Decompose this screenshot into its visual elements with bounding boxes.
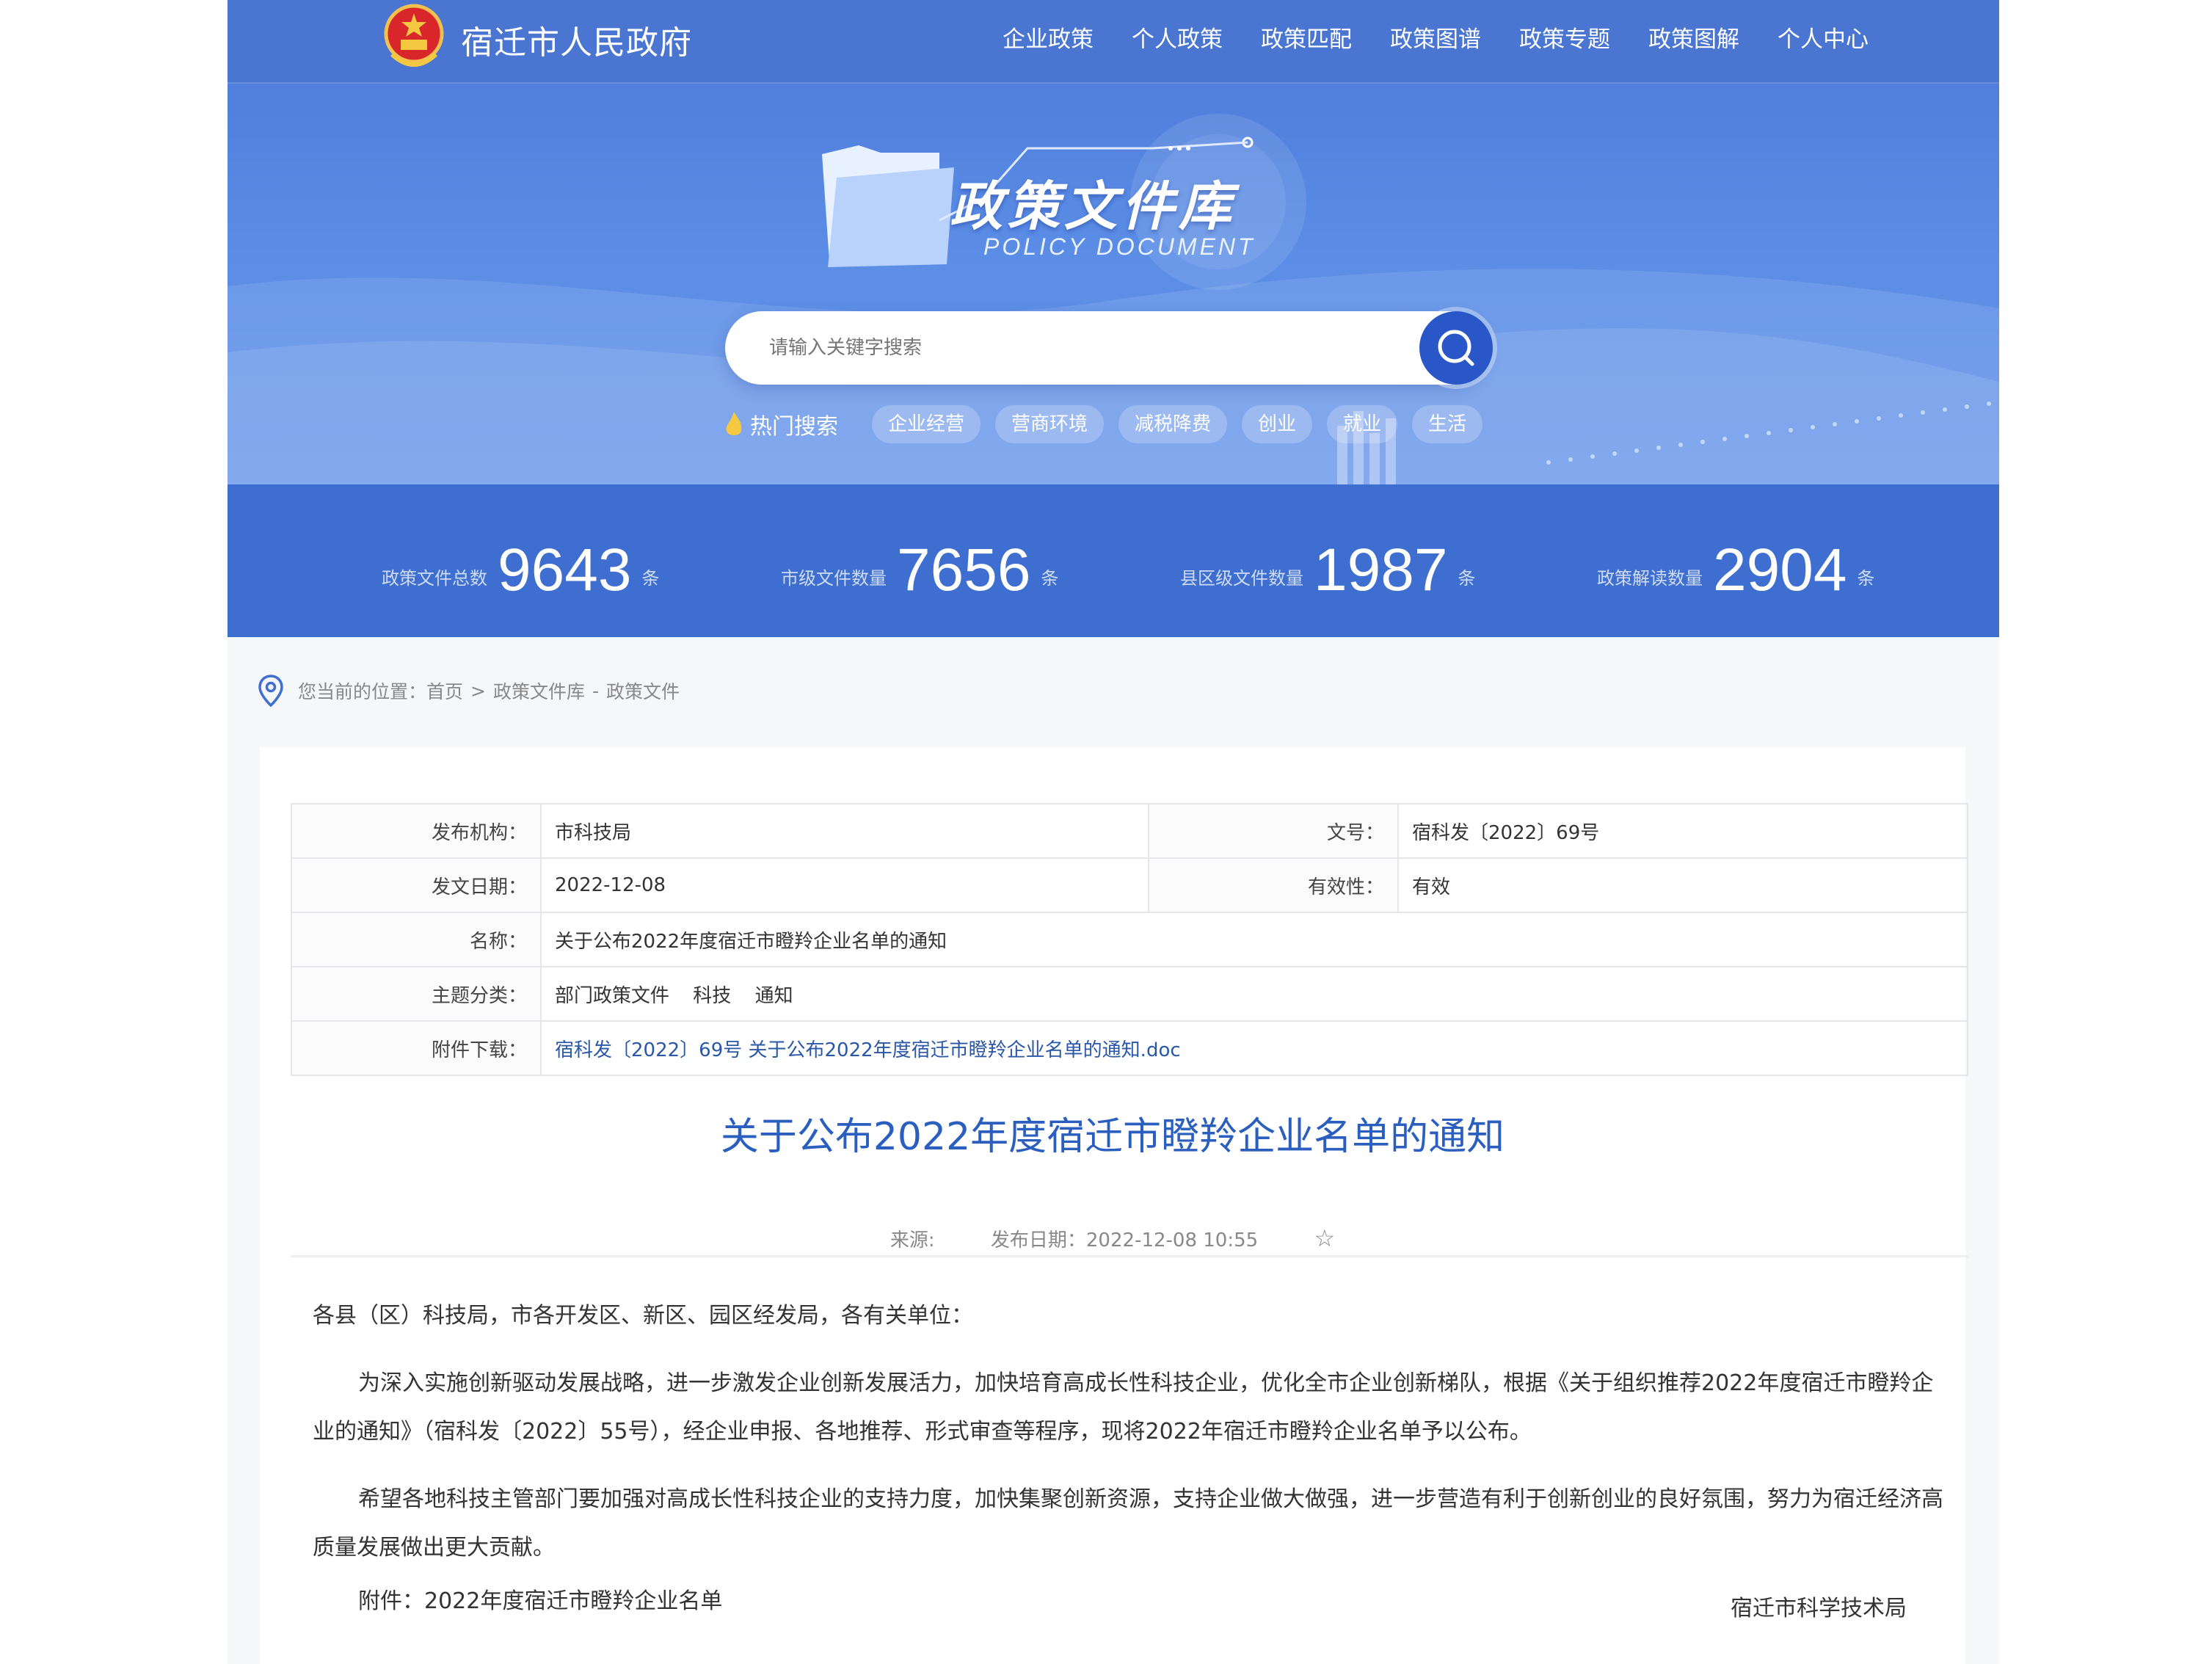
favorite-star-icon[interactable]: ☆ xyxy=(1314,1224,1335,1252)
salutation: 各县（区）科技局，市各开发区、新区、园区经发局，各有关单位： xyxy=(313,1303,973,1329)
document-meta-line: 来源: 发布日期：2022-12-08 10:55 ☆ xyxy=(260,1224,1965,1252)
main-nav: 企业政策 个人政策 政策匹配 政策图谱 政策专题 政策图解 个人中心 xyxy=(983,21,1888,54)
document-card: 发布机构： 市科技局 文号： 宿科发〔2022〕69号 发文日期： 2022-1… xyxy=(260,747,1968,1664)
flame-icon xyxy=(726,412,742,435)
publisher-label: 发布机构： xyxy=(291,803,542,859)
paragraph: 为深入实施创新驱动发展战略，进一步激发企业创新发展活力，加快培育高成长性科技企业… xyxy=(313,1370,1934,1445)
stat-city-docs: 市级文件数量 7656 条 xyxy=(781,537,1059,603)
attachment-note: 附件：2022年度宿迁市瞪羚企业名单 xyxy=(358,1588,723,1614)
table-row: 主题分类： 部门政策文件 科技 通知 xyxy=(291,966,1968,1022)
logo-text-en: POLICY DOCUMENT xyxy=(983,233,1256,260)
topic-tag: 科技 xyxy=(693,984,732,1007)
paragraph: 希望各地科技主管部门要加强对高成长性科技企业的支持力度，加快集聚创新资源，支持企… xyxy=(313,1486,1943,1561)
table-row: 名称： 关于公布2022年度宿迁市瞪羚企业名单的通知 xyxy=(291,912,1968,967)
location-pin-icon xyxy=(258,675,283,708)
hot-tag-environment[interactable]: 营商环境 xyxy=(995,405,1105,443)
breadcrumb-policy-library[interactable]: 政策文件库 xyxy=(493,677,585,704)
nav-item-policy-illustration[interactable]: 政策图解 xyxy=(1629,21,1758,54)
breadcrumb-policy-docs[interactable]: 政策文件 xyxy=(606,677,680,704)
hot-tag-startup[interactable]: 创业 xyxy=(1242,405,1313,443)
validity-value: 有效 xyxy=(1397,857,1968,913)
divider xyxy=(291,1255,1968,1257)
search-button[interactable] xyxy=(1419,311,1493,385)
topic-tag: 部门政策文件 xyxy=(555,984,670,1007)
stat-county-docs: 县区级文件数量 1987 条 xyxy=(1180,537,1476,603)
table-row: 附件下载： 宿科发〔2022〕69号 关于公布2022年度宿迁市瞪羚企业名单的通… xyxy=(291,1020,1968,1076)
breadcrumb-separator: - xyxy=(592,680,600,702)
attachment-label: 附件下载： xyxy=(291,1020,542,1076)
validity-label: 有效性： xyxy=(1148,857,1399,913)
nav-item-policy-match[interactable]: 政策匹配 xyxy=(1242,21,1371,54)
docno-value: 宿科发〔2022〕69号 xyxy=(1397,803,1968,859)
stat-interpretations: 政策解读数量 2904 条 xyxy=(1597,537,1875,603)
document-body: 各县（区）科技局，市各开发区、新区、园区经发局，各有关单位： 为深入实施创新驱动… xyxy=(313,1292,1949,1591)
hot-tag-tax-reduction[interactable]: 减税降费 xyxy=(1118,405,1228,443)
publisher-value: 市科技局 xyxy=(540,803,1149,859)
nav-item-personal-center[interactable]: 个人中心 xyxy=(1758,21,1888,54)
name-value: 关于公布2022年度宿迁市瞪羚企业名单的通知 xyxy=(540,912,1968,967)
hero-banner: 宿迁市人民政府 企业政策 个人政策 政策匹配 政策图谱 政策专题 政策图解 个人… xyxy=(228,0,1999,637)
statistics-bar: 政策文件总数 9643 条 市级文件数量 7656 条 县区级文件数量 1987 条 政策解… xyxy=(228,484,1999,637)
topic-tag: 通知 xyxy=(754,984,793,1007)
publish-date: 发布日期：2022-12-08 10:55 xyxy=(990,1229,1259,1251)
document-meta-table: 发布机构： 市科技局 文号： 宿科发〔2022〕69号 发文日期： 2022-1… xyxy=(291,803,1968,1076)
logo-text-cn: 政策文件库 xyxy=(950,175,1237,237)
stat-total-docs-value: 9643 xyxy=(498,537,632,603)
search-input[interactable] xyxy=(768,330,1394,366)
hot-tag-business[interactable]: 企业经营 xyxy=(872,405,981,443)
document-title: 关于公布2022年度宿迁市瞪羚企业名单的通知 xyxy=(720,1115,1505,1159)
breadcrumb-home[interactable]: 首页 xyxy=(426,677,463,704)
search-icon xyxy=(1438,330,1474,366)
stat-interpretations-value: 2904 xyxy=(1713,537,1847,603)
search-bar xyxy=(725,311,1493,385)
date-label: 发文日期： xyxy=(291,857,542,913)
hot-search-label: 热门搜索 xyxy=(750,414,838,440)
hot-tag-life[interactable]: 生活 xyxy=(1412,405,1483,443)
docno-label: 文号： xyxy=(1148,803,1399,859)
national-emblem-icon xyxy=(384,4,444,67)
top-navigation-bar: 宿迁市人民政府 企业政策 个人政策 政策匹配 政策图谱 政策专题 政策图解 个人… xyxy=(228,0,1999,84)
stat-total-docs: 政策文件总数 9643 条 xyxy=(382,537,660,603)
nav-item-enterprise-policy[interactable]: 企业政策 xyxy=(983,21,1113,54)
signature: 宿迁市科学技术局 xyxy=(1731,1596,1907,1621)
breadcrumb: 您当前的位置： 首页 > 政策文件库 - 政策文件 xyxy=(257,674,680,708)
hot-search-row: 热门搜索 企业经营 营商环境 减税降费 创业 就业 生活 xyxy=(724,405,1497,443)
page: 宿迁市人民政府 企业政策 个人政策 政策匹配 政策图谱 政策专题 政策图解 个人… xyxy=(228,0,1999,1664)
attachment-download-link[interactable]: 宿科发〔2022〕69号 关于公布2022年度宿迁市瞪羚企业名单的通知.doc xyxy=(555,1039,1181,1061)
nav-item-policy-graph[interactable]: 政策图谱 xyxy=(1371,21,1500,54)
source-label: 来源: xyxy=(889,1229,935,1251)
date-value: 2022-12-08 xyxy=(540,857,1149,913)
topic-label: 主题分类： xyxy=(291,966,542,1022)
breadcrumb-separator: > xyxy=(470,680,486,702)
stat-city-docs-value: 7656 xyxy=(897,537,1031,603)
site-title[interactable]: 宿迁市人民政府 xyxy=(461,16,692,63)
table-row: 发文日期： 2022-12-08 有效性： 有效 xyxy=(291,857,1968,913)
nav-item-personal-policy[interactable]: 个人政策 xyxy=(1113,21,1242,54)
attachment-cell: 宿科发〔2022〕69号 关于公布2022年度宿迁市瞪羚企业名单的通知.doc xyxy=(540,1020,1968,1076)
hot-tag-employment[interactable]: 就业 xyxy=(1327,405,1398,443)
stat-county-docs-value: 1987 xyxy=(1314,537,1448,603)
policy-library-logo: 政策文件库 POLICY DOCUMENT xyxy=(807,110,1365,294)
breadcrumb-prefix: 您当前的位置： xyxy=(298,681,427,702)
name-label: 名称： xyxy=(291,912,542,967)
table-row: 发布机构： 市科技局 文号： 宿科发〔2022〕69号 xyxy=(291,803,1968,859)
topic-values: 部门政策文件 科技 通知 xyxy=(540,966,1968,1022)
nav-item-policy-topic[interactable]: 政策专题 xyxy=(1500,21,1629,54)
